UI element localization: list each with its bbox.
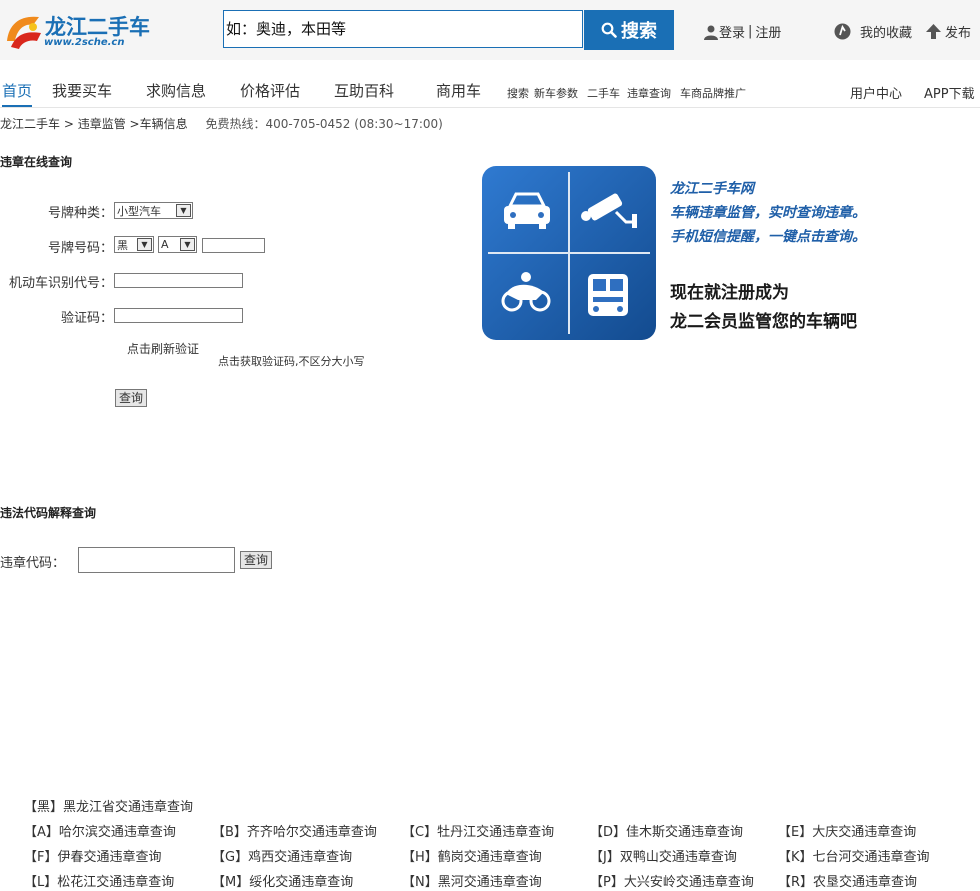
- query-section-title: 违章在线查询: [0, 155, 73, 169]
- plate-number-input[interactable]: [202, 238, 265, 253]
- banner-cta1: 现在就注册成为: [670, 283, 789, 303]
- chevron-down-icon: ▼: [137, 238, 152, 251]
- search-icon: [601, 22, 617, 38]
- region-link[interactable]: 【C】牡丹江交通违章查询: [402, 821, 554, 840]
- chevron-down-icon: ▼: [176, 204, 191, 217]
- captcha-input[interactable]: [114, 308, 243, 323]
- subnav-violation[interactable]: 违章查询: [627, 85, 671, 101]
- province-value: 黑: [117, 238, 128, 252]
- region-link[interactable]: 【F】伊春交通违章查询: [24, 846, 161, 865]
- region-link[interactable]: 【L】松花江交通违章查询: [24, 871, 174, 890]
- code-label: 违章代码：: [0, 556, 66, 571]
- region-link[interactable]: 【E】大庆交通违章查询: [778, 821, 916, 840]
- breadcrumb-sep: >: [125, 117, 140, 131]
- subnav-brand-promo[interactable]: 车商品牌推广: [680, 85, 746, 101]
- breadcrumb-home[interactable]: 龙江二手车: [0, 117, 60, 131]
- separator: |: [748, 24, 753, 39]
- search-input[interactable]: [224, 11, 582, 47]
- nav-app-download[interactable]: APP下载: [924, 83, 975, 102]
- favorites-label: 我的收藏: [860, 26, 913, 41]
- breadcrumb-sep: >: [60, 117, 78, 131]
- subnav-used-car[interactable]: 二手车: [587, 85, 620, 101]
- nav-valuation[interactable]: 价格评估: [240, 80, 300, 101]
- region-link[interactable]: 【K】七台河交通违章查询: [778, 846, 930, 865]
- nav-user-center[interactable]: 用户中心: [850, 83, 902, 102]
- region-link[interactable]: 【M】绥化交通违章查询: [212, 871, 353, 890]
- code-query-button[interactable]: 查询: [240, 551, 273, 569]
- captcha-label: 验证码：: [60, 311, 113, 326]
- plate-type-label: 号牌种类：: [47, 206, 113, 221]
- register-link[interactable]: 注册: [755, 22, 781, 41]
- region-link[interactable]: 【R】农垦交通违章查询: [778, 871, 917, 890]
- region-link[interactable]: 【J】双鸭山交通违章查询: [590, 846, 737, 865]
- region-link-heilongjiang[interactable]: 【黑】黑龙江省交通违章查询: [24, 796, 193, 815]
- query-submit-button[interactable]: 查询: [115, 389, 148, 407]
- breadcrumb-violation[interactable]: 违章监管: [78, 117, 126, 131]
- nav-wanted[interactable]: 求购信息: [146, 80, 206, 101]
- region-link[interactable]: 【N】黑河交通违章查询: [402, 871, 542, 890]
- nav-commercial[interactable]: 商用车: [436, 80, 481, 101]
- subnav-new-car-params[interactable]: 新车参数: [534, 85, 578, 101]
- plate-type-value: 小型汽车: [117, 204, 161, 218]
- banner-line1: 车辆违章监管，实时查询违章。: [670, 205, 866, 221]
- search-box: [223, 10, 583, 48]
- subnav-search[interactable]: 搜索: [507, 85, 529, 101]
- nav-wiki[interactable]: 互助百科: [334, 80, 394, 101]
- hotline: 免费热线：400-705-0452 (08:30~17:00): [205, 117, 443, 131]
- letter-value: A: [161, 238, 169, 251]
- captcha-refresh-link[interactable]: 点击刷新验证: [127, 340, 199, 357]
- search-button-label: 搜索: [621, 21, 657, 42]
- banner-brand: 龙江二手车网: [670, 181, 754, 197]
- bus-icon: [588, 274, 628, 316]
- plate-type-select[interactable]: 小型汽车 ▼: [114, 202, 193, 219]
- nav-home[interactable]: 首页: [2, 80, 33, 107]
- region-link[interactable]: 【D】佳木斯交通违章查询: [590, 821, 743, 840]
- plate-number-label: 号牌号码：: [47, 241, 113, 256]
- letter-select[interactable]: A ▼: [158, 236, 197, 253]
- favorites-icon: [834, 23, 851, 40]
- sell-label: 发布: [945, 26, 972, 41]
- logo-url: www.2sche.cn: [44, 37, 125, 48]
- vin-label: 机动车识别代号：: [8, 276, 113, 291]
- vin-input[interactable]: [114, 273, 243, 288]
- user-icon: [704, 25, 718, 40]
- chevron-down-icon: ▼: [180, 238, 195, 251]
- region-link[interactable]: 【P】大兴安岭交通违章查询: [590, 871, 754, 890]
- banner-line2: 手机短信提醒，一键点击查询。: [670, 229, 866, 245]
- logo-mark-icon: [7, 16, 41, 49]
- region-link[interactable]: 【B】齐齐哈尔交通违章查询: [212, 821, 377, 840]
- search-button[interactable]: 搜索: [584, 10, 674, 50]
- captcha-hint: 点击获取验证码,不区分大小写: [218, 355, 365, 368]
- nav-buy-car[interactable]: 我要买车: [52, 80, 112, 101]
- breadcrumb: 龙江二手车 > 违章监管 >车辆信息 免费热线：400-705-0452 (08…: [0, 115, 443, 132]
- violation-code-input[interactable]: [78, 547, 235, 573]
- region-link[interactable]: 【H】鹤岗交通违章查询: [402, 846, 542, 865]
- login-link[interactable]: 登录: [719, 22, 745, 41]
- region-link[interactable]: 【G】鸡西交通违章查询: [212, 846, 352, 865]
- region-link[interactable]: 【A】哈尔滨交通违章查询: [24, 821, 176, 840]
- promo-banner[interactable]: 龙江二手车网 车辆违章监管，实时查询违章。 手机短信提醒，一键点击查询。 现在就…: [482, 166, 902, 341]
- breadcrumb-vehicle-info: 车辆信息: [139, 117, 188, 131]
- banner-cta2: 龙二会员监管您的车辆吧: [670, 312, 857, 332]
- province-select[interactable]: 黑 ▼: [114, 236, 154, 253]
- upload-icon: [926, 24, 941, 39]
- sell-link[interactable]: 发布: [925, 22, 971, 41]
- favorites-link[interactable]: 我的收藏: [834, 22, 912, 41]
- login-register: 登录 | 注册: [703, 22, 781, 41]
- code-section-title: 违法代码解释查询: [0, 506, 97, 520]
